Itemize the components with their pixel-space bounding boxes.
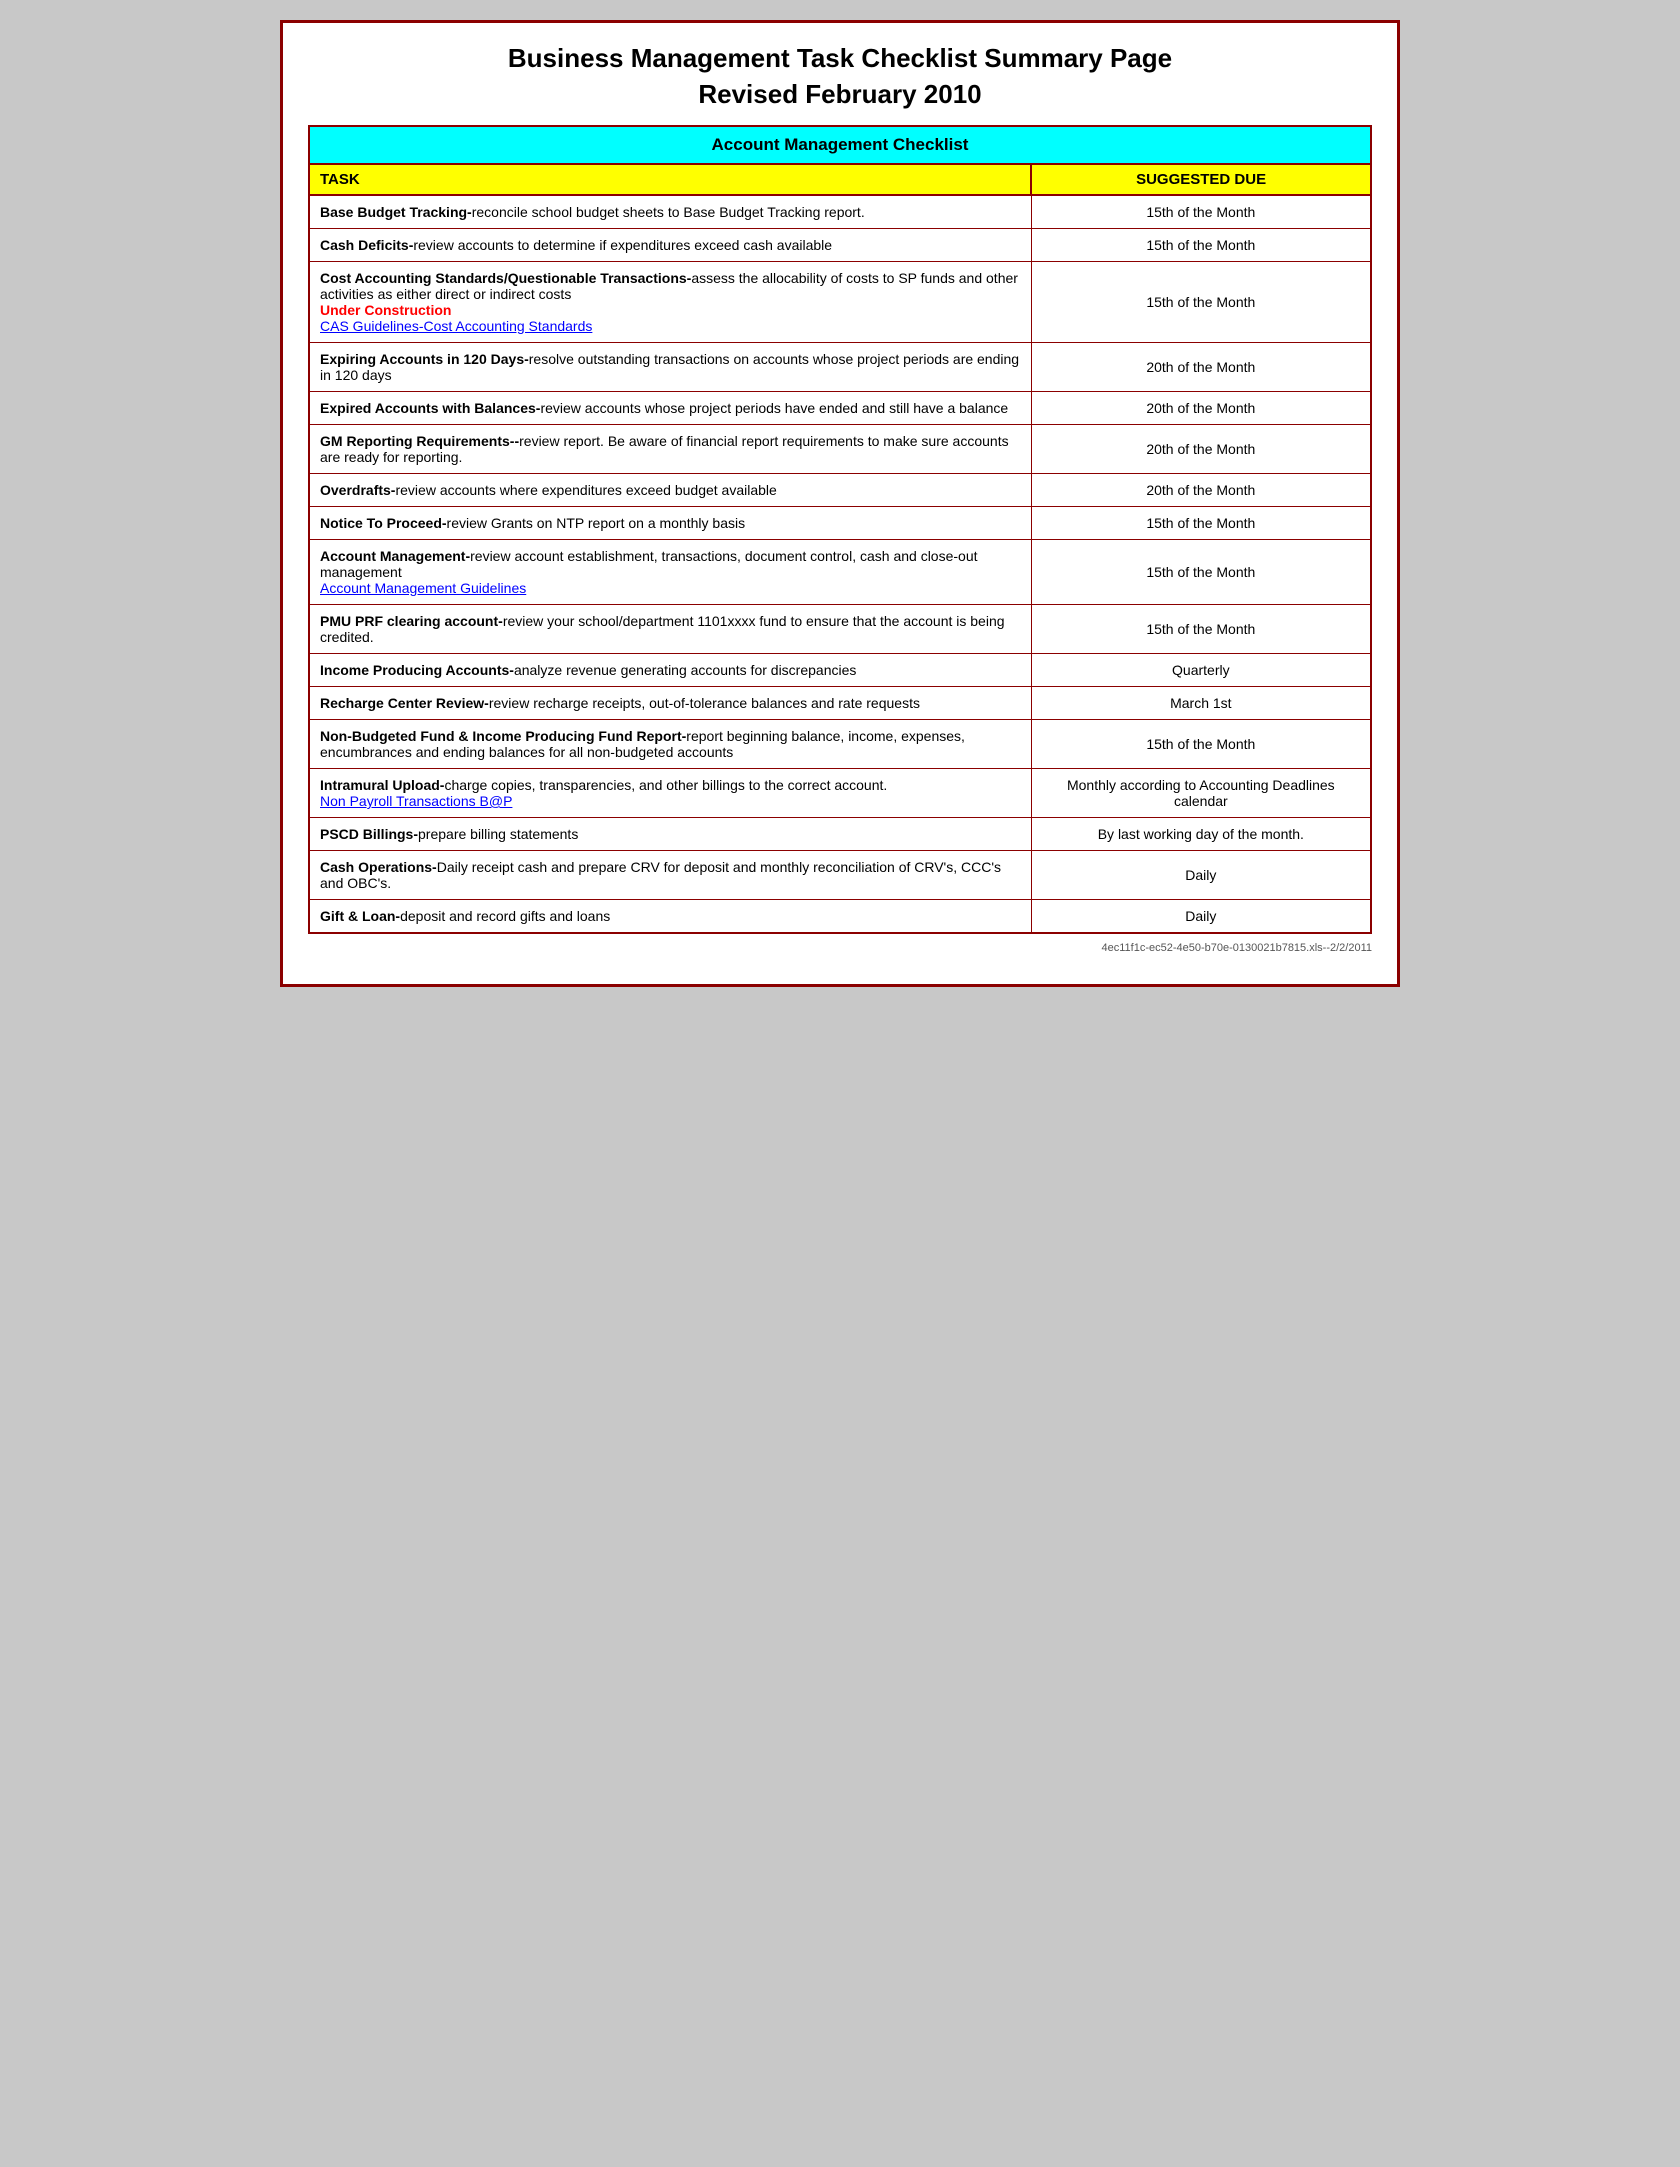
table-row: Intramural Upload-charge copies, transpa… [309,769,1371,818]
task-bold-text: PMU PRF clearing account- [320,613,503,629]
task-link[interactable]: Account Management Guidelines [320,580,526,596]
page-subtitle: Revised February 2010 [308,79,1372,110]
table-row: Notice To Proceed-review Grants on NTP r… [309,507,1371,540]
task-cell: Overdrafts-review accounts where expendi… [309,474,1031,507]
task-normal-text: review accounts whose project periods ha… [540,400,1008,416]
task-cell: Expiring Accounts in 120 Days-resolve ou… [309,343,1031,392]
section-header-row: Account Management Checklist [309,126,1371,164]
task-bold-text: Gift & Loan- [320,908,400,924]
footer: 4ec11f1c-ec52-4e50-b70e-0130021b7815.xls… [308,942,1372,954]
table-row: Account Management-review account establ… [309,540,1371,605]
due-cell: Quarterly [1031,654,1371,687]
task-normal-text: deposit and record gifts and loans [400,908,610,924]
due-cell: Monthly according to Accounting Deadline… [1031,769,1371,818]
table-row: Expired Accounts with Balances-review ac… [309,392,1371,425]
task-cell: Cost Accounting Standards/Questionable T… [309,262,1031,343]
task-cell: GM Reporting Requirements--review report… [309,425,1031,474]
due-cell: 15th of the Month [1031,540,1371,605]
table-row: Non-Budgeted Fund & Income Producing Fun… [309,720,1371,769]
task-link2[interactable]: CAS Guidelines-Cost Accounting Standards [320,318,592,334]
task-bold-text: Notice To Proceed- [320,515,447,531]
table-row: GM Reporting Requirements--review report… [309,425,1371,474]
task-bold-text: GM Reporting Requirements-- [320,433,519,449]
task-bold-text: Cash Operations- [320,859,437,875]
column-header-row: TASK SUGGESTED DUE [309,164,1371,195]
checklist-table: Account Management Checklist TASK SUGGES… [308,125,1372,934]
task-cell: Intramural Upload-charge copies, transpa… [309,769,1031,818]
task-bold-text: Intramural Upload- [320,777,444,793]
table-row: PSCD Billings-prepare billing statements… [309,818,1371,851]
task-cell: Base Budget Tracking-reconcile school bu… [309,195,1031,229]
task-bold-text: Income Producing Accounts- [320,662,514,678]
table-row: PMU PRF clearing account-review your sch… [309,605,1371,654]
task-bold-text: Recharge Center Review- [320,695,489,711]
task-cell: Cash Deficits-review accounts to determi… [309,229,1031,262]
table-row: Gift & Loan-deposit and record gifts and… [309,900,1371,934]
task-cell: Notice To Proceed-review Grants on NTP r… [309,507,1031,540]
task-normal-text: review accounts where expenditures excee… [395,482,776,498]
task-link[interactable]: Under Construction [320,302,451,318]
table-row: Income Producing Accounts-analyze revenu… [309,654,1371,687]
due-cell: March 1st [1031,687,1371,720]
task-bold-text: Overdrafts- [320,482,395,498]
page-container: Business Management Task Checklist Summa… [280,20,1400,987]
task-cell: Expired Accounts with Balances-review ac… [309,392,1031,425]
due-cell: 20th of the Month [1031,425,1371,474]
task-bold-text: Expired Accounts with Balances- [320,400,540,416]
page-title: Business Management Task Checklist Summa… [308,43,1372,74]
due-cell: Daily [1031,900,1371,934]
task-normal-text: reconcile school budget sheets to Base B… [472,204,865,220]
table-row: Cost Accounting Standards/Questionable T… [309,262,1371,343]
task-normal-text: review recharge receipts, out-of-toleran… [489,695,920,711]
task-normal-text: prepare billing statements [418,826,578,842]
table-row: Recharge Center Review-review recharge r… [309,687,1371,720]
task-normal-text: analyze revenue generating accounts for … [514,662,856,678]
task-bold-text: Non-Budgeted Fund & Income Producing Fun… [320,728,686,744]
task-link[interactable]: Non Payroll Transactions B@P [320,793,512,809]
due-cell: By last working day of the month. [1031,818,1371,851]
task-normal-text: review Grants on NTP report on a monthly… [447,515,746,531]
due-cell: 15th of the Month [1031,720,1371,769]
section-header-cell: Account Management Checklist [309,126,1371,164]
table-row: Base Budget Tracking-reconcile school bu… [309,195,1371,229]
task-cell: Income Producing Accounts-analyze revenu… [309,654,1031,687]
table-row: Cash Deficits-review accounts to determi… [309,229,1371,262]
task-normal-text: review accounts to determine if expendit… [413,237,832,253]
due-cell: Daily [1031,851,1371,900]
col1-header: TASK [309,164,1031,195]
col2-header: SUGGESTED DUE [1031,164,1371,195]
table-row: Cash Operations-Daily receipt cash and p… [309,851,1371,900]
table-row: Overdrafts-review accounts where expendi… [309,474,1371,507]
task-cell: Gift & Loan-deposit and record gifts and… [309,900,1031,934]
task-bold-text: Base Budget Tracking- [320,204,472,220]
due-cell: 15th of the Month [1031,605,1371,654]
task-normal-text: charge copies, transparencies, and other… [444,777,887,793]
task-cell: Non-Budgeted Fund & Income Producing Fun… [309,720,1031,769]
due-cell: 15th of the Month [1031,195,1371,229]
due-cell: 15th of the Month [1031,262,1371,343]
due-cell: 20th of the Month [1031,392,1371,425]
task-cell: PMU PRF clearing account-review your sch… [309,605,1031,654]
task-cell: Account Management-review account establ… [309,540,1031,605]
table-row: Expiring Accounts in 120 Days-resolve ou… [309,343,1371,392]
task-cell: Recharge Center Review-review recharge r… [309,687,1031,720]
task-bold-text: Account Management- [320,548,470,564]
task-cell: PSCD Billings-prepare billing statements [309,818,1031,851]
due-cell: 15th of the Month [1031,229,1371,262]
task-cell: Cash Operations-Daily receipt cash and p… [309,851,1031,900]
task-bold-text: PSCD Billings- [320,826,418,842]
due-cell: 15th of the Month [1031,507,1371,540]
due-cell: 20th of the Month [1031,474,1371,507]
task-bold-text: Expiring Accounts in 120 Days- [320,351,529,367]
due-cell: 20th of the Month [1031,343,1371,392]
task-bold-text: Cash Deficits- [320,237,413,253]
task-bold-text: Cost Accounting Standards/Questionable T… [320,270,691,286]
